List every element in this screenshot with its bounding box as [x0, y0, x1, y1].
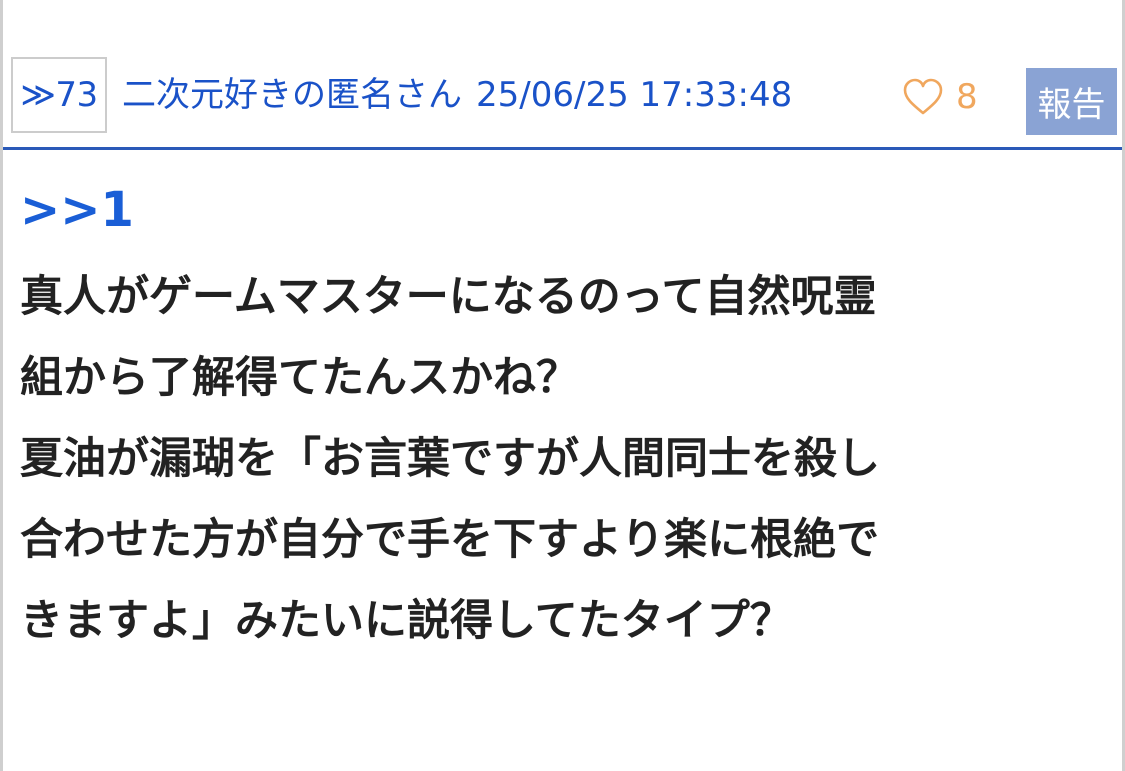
heart-icon [902, 78, 944, 116]
like-count: 8 [956, 77, 978, 117]
post-body-line: 真人がゲームマスターになるのって自然呪霊 [20, 272, 877, 322]
post-header: ≫73 二次元好きの匿名さん 25/06/25 17:33:48 8 報告 [0, 0, 1125, 149]
reply-anchor-link[interactable]: >>1 [20, 182, 134, 238]
post-body-line: 合わせた方が自分で手を下すより楽に根絶で [20, 515, 880, 565]
like-button[interactable]: 8 [902, 74, 978, 120]
header-divider [3, 147, 1122, 150]
author-name[interactable]: 二次元好きの匿名さん [122, 75, 462, 115]
post-timestamp: 25/06/25 17:33:48 [476, 75, 793, 115]
report-button[interactable]: 報告 [1026, 68, 1117, 135]
post-body-line: 組から了解得てたんスかね？ [20, 353, 579, 403]
post-body-line: きますよ」みたいに説得してたタイプ？ [20, 596, 793, 646]
post-number-button[interactable]: ≫73 [11, 57, 107, 133]
post-meta: 二次元好きの匿名さん 25/06/25 17:33:48 [122, 72, 792, 118]
post-body-line: 夏油が漏瑚を「お言葉ですが人間同士を殺し [20, 434, 880, 484]
post-body: 真人がゲームマスターになるのって自然呪霊 組から了解得てたんスかね？ 夏油が漏瑚… [20, 257, 1110, 662]
